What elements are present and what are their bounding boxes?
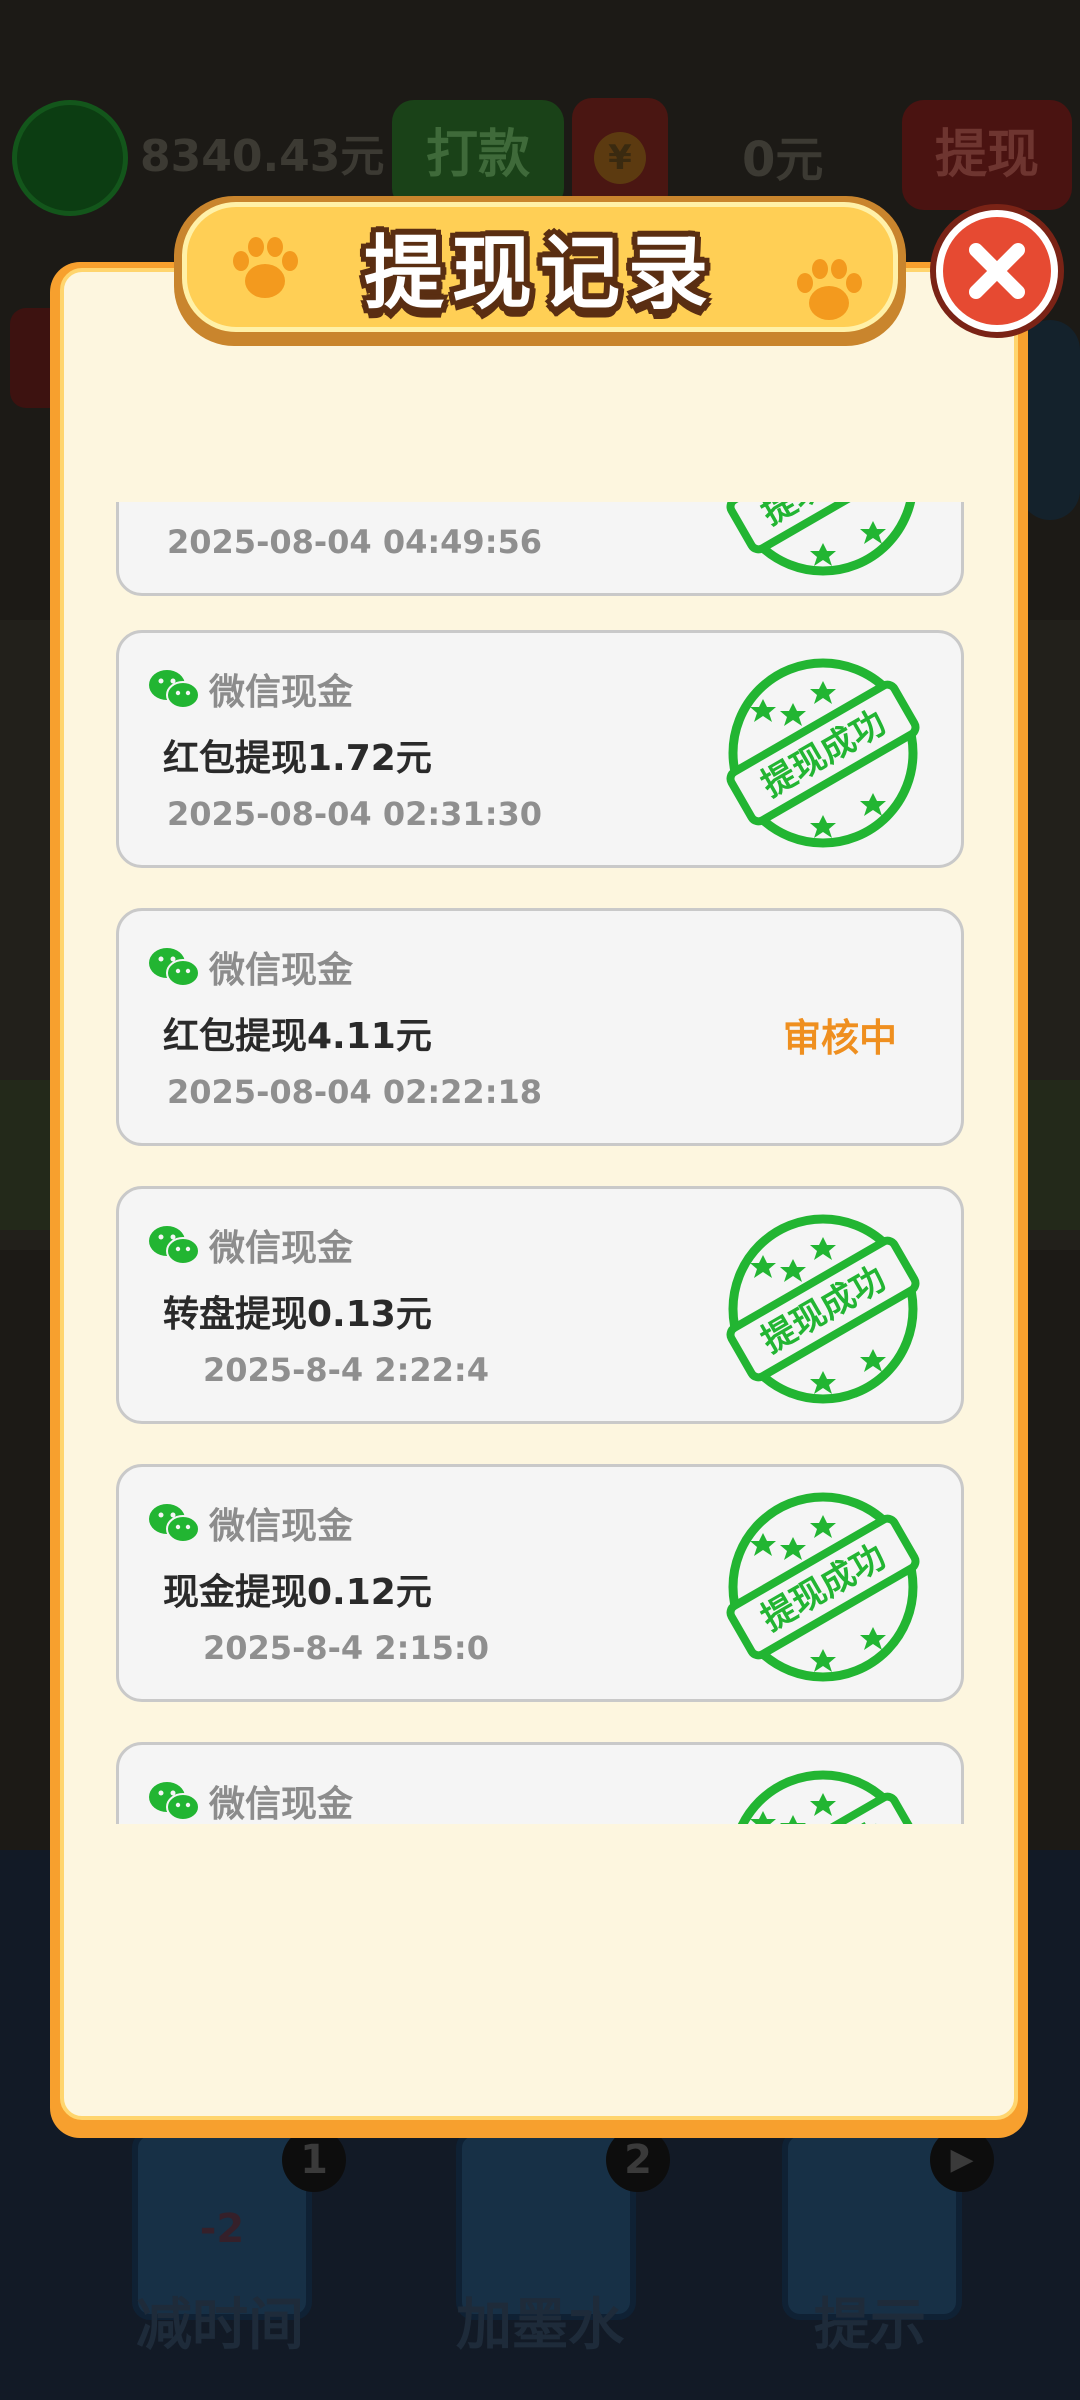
reduce-time-counter: -2 xyxy=(199,2206,245,2252)
record-time: 2025-08-04 02:22:18 xyxy=(167,1073,543,1111)
hint-label: 提示 xyxy=(814,2293,926,2358)
record-title: 红包提现4.11元 xyxy=(163,1016,432,1057)
close-button[interactable] xyxy=(930,204,1064,338)
withdraw-success-stamp-icon: 提现成功 xyxy=(726,1770,920,1824)
dialog-title-banner: 提现记录 xyxy=(174,196,906,346)
record-source: 微信现金 xyxy=(147,1499,353,1547)
yuan-symbol: ¥ xyxy=(594,132,646,184)
record-time: 2025-8-4 2:15:0 xyxy=(203,1629,489,1667)
record-source-label: 微信现金 xyxy=(209,1506,354,1547)
record-title: 转盘提现0.13元 xyxy=(163,1294,432,1335)
paw-icon xyxy=(233,237,298,298)
record-title: 红包提现1.72元 xyxy=(163,738,432,779)
record-source: 微信现金 xyxy=(147,1221,353,1269)
pay-button: 打款 xyxy=(392,100,564,210)
background-balance: 8340.43元 xyxy=(140,131,385,182)
record-item: 微信现金 转盘提现0.13元 2025-8-4 2:22:4 提现成功 xyxy=(116,1186,964,1424)
wechat-icon xyxy=(149,948,200,987)
record-time: 2025-08-04 02:31:30 xyxy=(167,795,543,833)
record-source: 微信现金 xyxy=(147,665,353,713)
record-source: 微信现金 xyxy=(147,943,353,991)
close-icon xyxy=(969,243,1025,299)
record-source-label: 微信现金 xyxy=(209,1784,354,1824)
pending-status: 审核中 xyxy=(783,1016,898,1060)
wechat-icon xyxy=(149,1226,200,1265)
withdraw-success-stamp-icon: 提现成功 xyxy=(726,502,920,576)
background-side-button xyxy=(1020,320,1080,520)
record-source-label: 微信现金 xyxy=(209,950,354,991)
record-item: 微信现金 红包提现4.11元 2025-08-04 02:22:18 审核中 xyxy=(116,908,964,1146)
record-title: 现金提现0.12元 xyxy=(163,1572,432,1613)
background-coin-balance: 0元 xyxy=(742,132,824,188)
withdraw-success-stamp-icon: 提现成功 xyxy=(726,1214,920,1404)
add-ink-label: 加墨水 xyxy=(456,2293,624,2358)
record-item: 微信现金 红包提现1.72元 2025-08-04 02:31:30 提现成功 xyxy=(116,630,964,868)
close-button-fill xyxy=(943,217,1051,325)
dialog-title: 提现记录 xyxy=(364,227,716,320)
wechat-icon xyxy=(149,1782,200,1821)
wechat-icon xyxy=(149,1504,200,1543)
withdraw-button: 提现 xyxy=(902,100,1072,210)
title-banner-fill: 提现记录 xyxy=(182,202,898,332)
record-time: 2025-8-4 2:22:4 xyxy=(203,1351,489,1389)
wechat-icon xyxy=(149,670,200,709)
reduce-time-label: 减时间 xyxy=(136,2293,304,2358)
wechat-logo-icon xyxy=(12,100,128,216)
record-time: 2025-08-04 04:49:56 xyxy=(167,523,543,561)
withdraw-success-stamp-icon: 提现成功 xyxy=(726,1492,920,1682)
record-item: 2025-08-04 04:49:56 提现成功 xyxy=(116,502,964,596)
record-item: 微信现金 提现成功 xyxy=(116,1742,964,1824)
record-source-label: 微信现金 xyxy=(209,672,354,713)
record-source-label: 微信现金 xyxy=(209,1228,354,1269)
withdraw-success-stamp-icon: 提现成功 xyxy=(726,658,920,848)
record-item: 微信现金 现金提现0.12元 2025-8-4 2:15:0 提现成功 xyxy=(116,1464,964,1702)
record-source: 微信现金 xyxy=(147,1777,353,1824)
paw-icon xyxy=(797,259,862,320)
withdraw-records-list[interactable]: 2025-08-04 04:49:56 提现成功 微信现金 红包提现1.72元 xyxy=(112,502,968,1824)
